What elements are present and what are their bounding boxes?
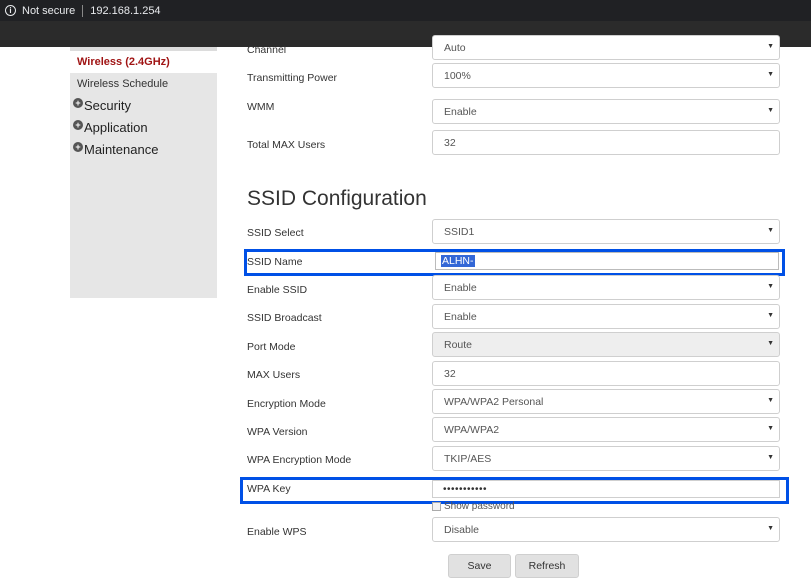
total-max-users-label: Total MAX Users: [247, 139, 326, 151]
wmm-select[interactable]: Enable ▼: [432, 99, 780, 124]
sidebar-group-maintenance[interactable]: + Maintenance: [73, 141, 159, 157]
chevron-down-icon: ▼: [767, 340, 774, 347]
url-text[interactable]: 192.168.1.254: [90, 5, 160, 17]
sidebar-group-label: Application: [84, 120, 148, 135]
enable-ssid-value: Enable: [444, 281, 477, 294]
plus-circle-icon: +: [73, 119, 83, 130]
show-password-checkbox[interactable]: [432, 502, 441, 511]
max-users-input[interactable]: 32: [432, 361, 780, 386]
max-users-value: 32: [444, 367, 456, 380]
port-mode-select: Route ▼: [432, 332, 780, 357]
sidebar-item-wireless-schedule[interactable]: Wireless Schedule: [70, 78, 217, 90]
wpa-encryption-mode-label: WPA Encryption Mode: [247, 454, 352, 466]
enable-ssid-select[interactable]: Enable ▼: [432, 275, 780, 300]
tx-power-select[interactable]: 100% ▼: [432, 63, 780, 88]
wmm-value: Enable: [444, 105, 477, 118]
wmm-label: WMM: [247, 101, 275, 113]
wpa-version-value: WPA/WPA2: [444, 423, 500, 436]
wpa-encryption-mode-select[interactable]: TKIP/AES ▼: [432, 446, 780, 471]
wpa-encryption-mode-value: TKIP/AES: [444, 452, 492, 465]
chevron-down-icon: ▼: [767, 283, 774, 290]
encryption-mode-select[interactable]: WPA/WPA2 Personal ▼: [432, 389, 780, 414]
sidebar-item-wireless-24ghz[interactable]: Wireless (2.4GHz): [70, 51, 217, 73]
divider: [82, 4, 84, 17]
total-max-users-value: 32: [444, 136, 456, 149]
chevron-down-icon: ▼: [767, 43, 774, 50]
ssid-broadcast-label: SSID Broadcast: [247, 312, 322, 324]
refresh-button[interactable]: Refresh: [515, 554, 579, 578]
section-title: SSID Configuration: [247, 187, 427, 210]
chevron-down-icon: ▼: [767, 525, 774, 532]
chevron-down-icon: ▼: [767, 227, 774, 234]
highlight-box-ssid-name: [244, 249, 785, 276]
chevron-down-icon: ▼: [767, 107, 774, 114]
enable-wps-select[interactable]: Disable ▼: [432, 517, 780, 542]
tx-power-value: 100%: [444, 69, 471, 82]
chevron-down-icon: ▼: [767, 71, 774, 78]
sidebar-group-label: Maintenance: [84, 142, 159, 157]
enable-ssid-label: Enable SSID: [247, 284, 308, 296]
show-password-label: Show password: [444, 501, 515, 512]
sidebar-group-security[interactable]: + Security: [73, 97, 131, 113]
max-users-label: MAX Users: [247, 369, 301, 381]
wpa-version-label: WPA Version: [247, 426, 308, 438]
port-mode-value: Route: [444, 338, 473, 351]
plus-circle-icon: +: [73, 141, 83, 152]
enable-wps-label: Enable WPS: [247, 526, 307, 538]
plus-circle-icon: +: [73, 97, 83, 108]
encryption-mode-value: WPA/WPA2 Personal: [444, 395, 544, 408]
ssid-select-label: SSID Select: [247, 227, 304, 239]
enable-wps-value: Disable: [444, 523, 480, 536]
ssid-select[interactable]: SSID1 ▼: [432, 219, 780, 244]
security-status[interactable]: Not secure: [22, 5, 75, 17]
chevron-down-icon: ▼: [767, 397, 774, 404]
highlight-box-wpa-key: [240, 477, 789, 504]
address-bar[interactable]: i Not secure 192.168.1.254: [0, 0, 811, 21]
sidebar-group-application[interactable]: + Application: [73, 119, 148, 135]
sidebar-nav: Wireless (2.4GHz) Wireless Schedule + Se…: [70, 47, 217, 298]
channel-select[interactable]: Auto ▼: [432, 35, 780, 60]
tx-power-label: Transmitting Power: [247, 72, 338, 84]
save-button[interactable]: Save: [448, 554, 511, 578]
sidebar-group-label: Security: [84, 98, 131, 113]
chevron-down-icon: ▼: [767, 425, 774, 432]
total-max-users-input[interactable]: 32: [432, 130, 780, 155]
chevron-down-icon: ▼: [767, 312, 774, 319]
chevron-down-icon: ▼: [767, 454, 774, 461]
wpa-version-select[interactable]: WPA/WPA2 ▼: [432, 417, 780, 442]
ssid-select-value: SSID1: [444, 225, 475, 238]
channel-label: Channel: [247, 44, 287, 56]
info-icon[interactable]: i: [5, 5, 16, 16]
ssid-broadcast-select[interactable]: Enable ▼: [432, 304, 780, 329]
port-mode-label: Port Mode: [247, 341, 296, 353]
show-password-toggle[interactable]: Show password: [432, 501, 515, 512]
encryption-mode-label: Encryption Mode: [247, 398, 326, 410]
channel-value: Auto: [444, 41, 466, 54]
ssid-broadcast-value: Enable: [444, 310, 477, 323]
